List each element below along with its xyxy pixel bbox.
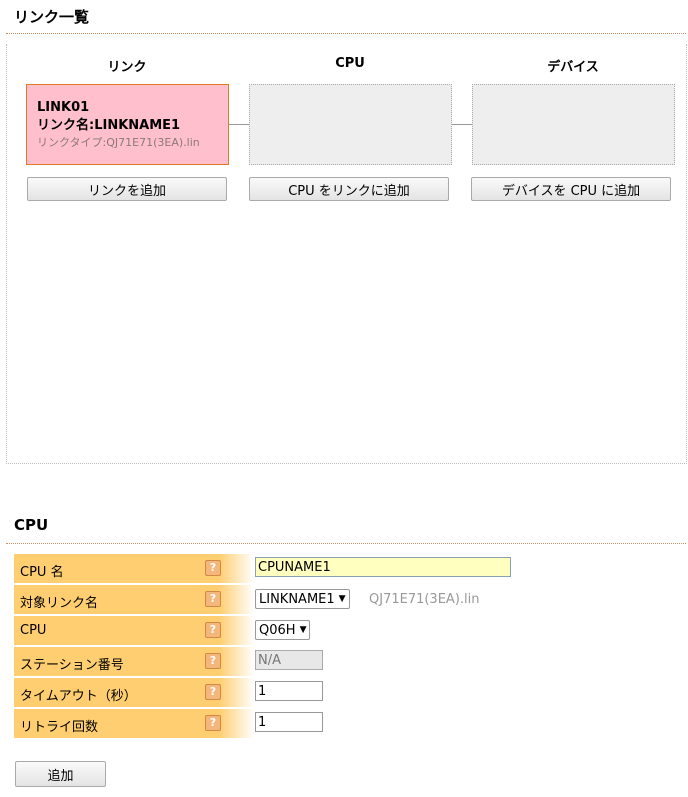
target-link-select[interactable]: LINKNAME1 ▼ bbox=[255, 589, 350, 609]
link-card-link-type: リンクタイプ:QJ71E71(3EA).lin bbox=[37, 136, 200, 149]
help-icon[interactable]: ? bbox=[205, 684, 221, 700]
cpu-device-connector bbox=[452, 124, 472, 125]
help-icon[interactable]: ? bbox=[205, 715, 221, 731]
link-type-hint: QJ71E71(3EA).lin bbox=[369, 592, 480, 607]
add-device-to-cpu-button[interactable]: デバイスを CPU に追加 bbox=[471, 177, 671, 201]
retry-count-input[interactable] bbox=[255, 712, 323, 732]
cpu-type-select[interactable]: Q06H ▼ bbox=[255, 620, 311, 640]
link-card-link01[interactable]: LINK01 リンク名:LINKNAME1 リンクタイプ:QJ71E71(3EA… bbox=[26, 84, 229, 165]
chevron-down-icon: ▼ bbox=[338, 594, 346, 604]
form-row-target-link: 対象リンク名 ? LINKNAME1 ▼ QJ71E71(3EA).lin bbox=[14, 585, 686, 615]
form-row-cpu-name: CPU 名 ? bbox=[14, 554, 686, 584]
link-cpu-connector bbox=[229, 124, 249, 125]
add-link-button[interactable]: リンクを追加 bbox=[27, 177, 227, 201]
help-icon[interactable]: ? bbox=[205, 622, 221, 638]
target-link-select-value: LINKNAME1 bbox=[259, 591, 335, 607]
cpu-name-input[interactable] bbox=[255, 557, 511, 577]
cpu-type-label: CPU bbox=[20, 623, 47, 638]
retry-count-label: リトライ回数 bbox=[20, 720, 99, 735]
help-icon[interactable]: ? bbox=[205, 591, 221, 607]
form-label-cell: CPU ? bbox=[14, 616, 254, 645]
form-label-cell: タイムアウト（秒） ? bbox=[14, 678, 254, 707]
cpu-name-label: CPU 名 bbox=[20, 565, 64, 580]
link-card-link-name: リンク名:LINKNAME1 bbox=[37, 118, 181, 133]
add-cpu-submit-button[interactable]: 追加 bbox=[15, 761, 106, 787]
cpu-section-divider bbox=[6, 543, 686, 544]
column-header-cpu: CPU bbox=[335, 56, 365, 71]
cpu-type-select-value: Q06H bbox=[259, 622, 296, 638]
help-icon[interactable]: ? bbox=[205, 653, 221, 669]
form-row-timeout: タイムアウト（秒） ? bbox=[14, 678, 686, 708]
column-header-device: デバイス bbox=[547, 60, 599, 75]
timeout-label: タイムアウト（秒） bbox=[20, 689, 137, 704]
link-list-title: リンク一覧 bbox=[14, 8, 90, 26]
link-card-name: LINK01 bbox=[37, 100, 90, 115]
add-cpu-to-link-button[interactable]: CPU をリンクに追加 bbox=[249, 177, 449, 201]
form-label-cell: 対象リンク名 ? bbox=[14, 585, 254, 614]
help-icon[interactable]: ? bbox=[205, 560, 221, 576]
form-label-cell: CPU 名 ? bbox=[14, 554, 254, 583]
form-row-station-number: ステーション番号 ? bbox=[14, 647, 686, 677]
station-number-input bbox=[255, 650, 323, 670]
form-label-cell: リトライ回数 ? bbox=[14, 709, 254, 738]
chevron-down-icon: ▼ bbox=[299, 625, 307, 635]
target-link-label: 対象リンク名 bbox=[20, 596, 99, 611]
station-number-label: ステーション番号 bbox=[20, 658, 124, 673]
cpu-card-placeholder bbox=[249, 84, 452, 165]
device-card-placeholder bbox=[472, 84, 675, 165]
timeout-input[interactable] bbox=[255, 681, 323, 701]
cpu-section-title: CPU bbox=[14, 516, 49, 534]
form-label-cell: ステーション番号 ? bbox=[14, 647, 254, 676]
column-header-link: リンク bbox=[107, 60, 147, 75]
link-list-divider bbox=[6, 33, 686, 34]
form-row-retry-count: リトライ回数 ? bbox=[14, 709, 686, 739]
form-row-cpu-type: CPU ? Q06H ▼ bbox=[14, 616, 686, 646]
